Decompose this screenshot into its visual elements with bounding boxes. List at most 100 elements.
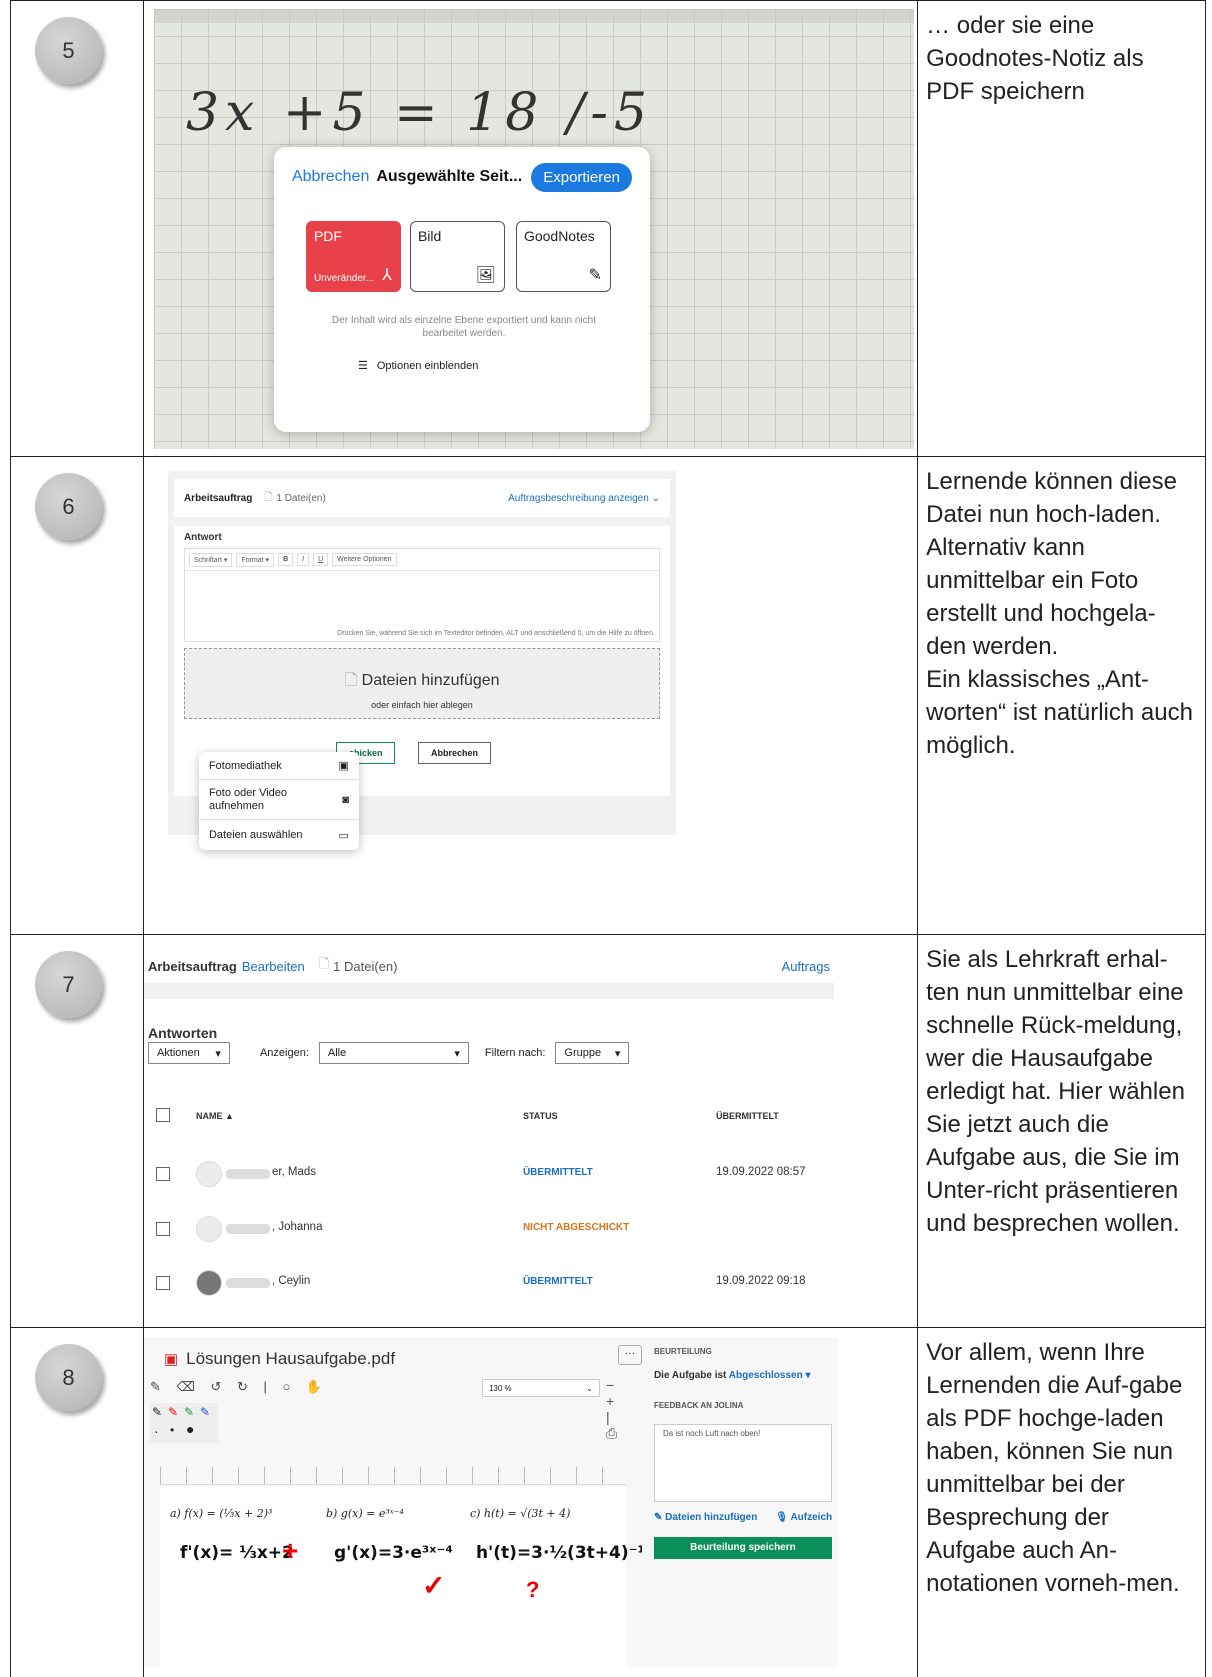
document-table: 5 3x +5 = 18 /-5 Abbrechen Ausgewählte S…	[10, 0, 1206, 1677]
answer-editor[interactable]: Schriftart ▾ Format ▾ B I U Weitere Opti…	[183, 548, 660, 642]
menu-item-choose-files[interactable]: Dateien auswählen ▭	[199, 820, 359, 850]
status-badge: ÜBERMITTELT	[522, 1276, 593, 1287]
dot-medium-icon: •	[169, 1423, 175, 1437]
step-number: 6	[35, 473, 102, 540]
avatar	[195, 1216, 222, 1242]
table-row: 8 ▣ Lösungen Hausaufgabe.pdf ··· ✎ ⌫ ↺ ↻…	[10, 1327, 1206, 1677]
step-number: 7	[35, 951, 102, 1018]
assignment-header: Arbeitsauftrag Bearbeiten 🗋 1 Datei(en) …	[148, 955, 830, 977]
goodnotes-toolbar	[153, 9, 914, 23]
zoom-select[interactable]: 130 % ⌄	[481, 1379, 600, 1397]
pen-black-icon: ✎	[151, 1405, 163, 1419]
more-options-button[interactable]: Weitere Optionen	[332, 553, 397, 566]
sliders-icon: ☰	[357, 360, 368, 372]
menu-item-photo-library[interactable]: Fotomediathek ▣	[198, 752, 359, 780]
dialog-title: Ausgewählte Seit...	[376, 168, 523, 185]
student-row[interactable]: er, Mads ÜBERMITTELT 19.09.2022 08:57	[155, 1160, 832, 1188]
pdf-review-panel: ▣ Lösungen Hausaufgabe.pdf ··· ✎ ⌫ ↺ ↻ |…	[143, 1328, 914, 1676]
column-submitted[interactable]: ÜBERMITTELT	[716, 1111, 779, 1121]
format-option-goodnotes[interactable]: GoodNotes ✎	[515, 221, 611, 292]
pdf-page[interactable]: a) f(x) = (⅓x + 2)³ b) g(x) = e³ˣ⁻⁴ c) h…	[159, 1487, 655, 1667]
file-icon: 🗋	[264, 491, 273, 503]
annotation-tools[interactable]: ✎ ⌫ ↺ ↻ | ○ ✋	[150, 1379, 328, 1395]
editor-hint: Drücken Sie, während Sie sich im Textedi…	[337, 630, 655, 637]
grading-state: Die Aufgabe ist Abgeschlossen ▾	[653, 1370, 811, 1381]
step-number: 8	[35, 1344, 102, 1411]
answers-title: Antworten	[147, 1025, 218, 1041]
bold-button[interactable]: B	[278, 553, 294, 566]
feedback-actions: ✎ Dateien hinzufügen 🎙 Aufzeich	[654, 1512, 832, 1523]
feedback-input[interactable]: Da ist noch Luft nach oben!	[653, 1424, 832, 1502]
export-note: Der Inhalt wird als einzelne Ebene expor…	[331, 315, 596, 339]
editor-toolbar: Schriftart ▾ Format ▾ B I U Weitere Opti…	[184, 549, 659, 571]
filter-bar: Aktionen ▾ Anzeigen: Alle ▾ Filtern nach: …	[147, 1042, 630, 1064]
avatar	[195, 1270, 222, 1296]
actions-dropdown[interactable]: Aktionen ▾	[147, 1042, 230, 1064]
column-status[interactable]: STATUS	[523, 1111, 558, 1121]
format-option-image[interactable]: Bild 🖼	[409, 221, 505, 292]
file-drop-zone[interactable]: 🗋 Dateien hinzufügen oder einfach hier a…	[183, 648, 660, 719]
handwritten-equation: 3x +5 = 18 /-5	[185, 83, 654, 143]
record-link[interactable]: 🎙 Aufzeich	[775, 1512, 832, 1523]
submitted-date: 19.09.2022 08:57	[715, 1166, 806, 1178]
submissions-panel: Arbeitsauftrag Bearbeiten 🗋 1 Datei(en) …	[143, 935, 914, 1315]
column-name[interactable]: NAME ▲	[196, 1111, 234, 1121]
table-row: 7 Arbeitsauftrag Bearbeiten 🗋 1 Datei(en…	[10, 934, 1206, 1328]
assignment-description-link[interactable]: Auftrags	[782, 959, 830, 974]
student-row[interactable]: , Ceylin ÜBERMITTELT 19.09.2022 09:18	[155, 1269, 832, 1297]
underline-button[interactable]: U	[313, 553, 329, 566]
table-row: 6 Arbeitsauftrag 🗋 1 Datei(en) Auftragsb…	[10, 456, 1206, 935]
export-button[interactable]: Exportieren	[531, 162, 632, 192]
feedback-label: FEEDBACK AN JOLINA	[653, 1401, 744, 1410]
font-select[interactable]: Schriftart ▾	[188, 552, 233, 567]
caret-down-icon: ▾	[614, 1047, 621, 1060]
avatar	[195, 1161, 222, 1187]
blurred-name	[225, 1224, 270, 1234]
show-description-link[interactable]: Auftragsbeschreibung anzeigen ⌄	[508, 493, 660, 504]
pdf-viewer: ▣ Lösungen Hausaufgabe.pdf ··· ✎ ⌫ ↺ ↻ |…	[143, 1337, 655, 1667]
student-row[interactable]: , Johanna NICHT ABGESCHICKT	[155, 1215, 832, 1243]
italic-button[interactable]: I	[297, 553, 310, 566]
answer-label: Antwort	[183, 532, 222, 543]
zoom-controls[interactable]: − + | ⎙	[606, 1377, 642, 1442]
grading-state-dropdown[interactable]: Abgeschlossen ▾	[729, 1370, 811, 1381]
menu-item-take-photo[interactable]: Foto oder Video aufnehmen ◙	[198, 780, 359, 820]
pdf-icon: ⅄	[382, 267, 392, 284]
pen-blue-icon: ✎	[199, 1405, 211, 1419]
status-badge: ÜBERMITTELT	[522, 1167, 593, 1178]
add-files-link[interactable]: ✎ Dateien hinzufügen	[654, 1512, 757, 1523]
upload-source-menu: Fotomediathek ▣ Foto oder Video aufnehme…	[198, 752, 359, 850]
cancel-button[interactable]: Abbrechen	[417, 742, 491, 764]
select-all-checkbox[interactable]	[155, 1108, 170, 1122]
annotation-question-icon: ?	[525, 1577, 540, 1602]
upload-panel: Arbeitsauftrag 🗋 1 Datei(en) Auftragsbes…	[167, 471, 676, 850]
chevron-down-icon: ⌄	[586, 1383, 593, 1393]
show-dropdown[interactable]: Alle ▾	[318, 1042, 469, 1064]
edit-link[interactable]: Bearbeiten	[242, 959, 305, 974]
grading-label: BEURTEILUNG	[653, 1347, 712, 1356]
divider-bar	[143, 983, 834, 999]
save-grading-button[interactable]: Beurteilung speichern	[653, 1537, 832, 1559]
dot-small-icon: ·	[153, 1423, 159, 1439]
pen-red-icon: ✎	[167, 1405, 179, 1419]
pen-green-icon: ✎	[183, 1405, 195, 1419]
page-ruler	[159, 1467, 626, 1485]
caret-down-icon: ▾	[454, 1047, 460, 1060]
row-checkbox[interactable]	[155, 1167, 170, 1181]
filter-dropdown[interactable]: Gruppe ▾	[555, 1042, 630, 1064]
more-button[interactable]: ···	[617, 1345, 642, 1365]
row-checkbox[interactable]	[155, 1276, 170, 1290]
file-icon: 🗋	[344, 672, 362, 689]
assignment-header: Arbeitsauftrag 🗋 1 Datei(en) Auftragsbes…	[173, 479, 670, 517]
pen-palette[interactable]: ✎ ✎ ✎ ✎ · • ●	[149, 1403, 218, 1443]
camera-icon: ◙	[342, 793, 349, 806]
pdf-file-title: ▣ Lösungen Hausaufgabe.pdf	[163, 1349, 396, 1368]
image-icon: 🖼	[475, 267, 496, 284]
cancel-button[interactable]: Abbrechen	[292, 168, 369, 186]
row-checkbox[interactable]	[155, 1222, 170, 1236]
show-options-button[interactable]: ☰ Optionen einblenden	[357, 359, 478, 373]
format-option-pdf[interactable]: PDF Unveränder... ⅄	[305, 221, 401, 292]
goodnotes-canvas: 3x +5 = 18 /-5 Abbrechen Ausgewählte Sei…	[153, 9, 914, 449]
format-select[interactable]: Format ▾	[236, 552, 275, 567]
step-description: Sie als Lehrkraft erhal-ten nun unmittel…	[926, 946, 1185, 1237]
